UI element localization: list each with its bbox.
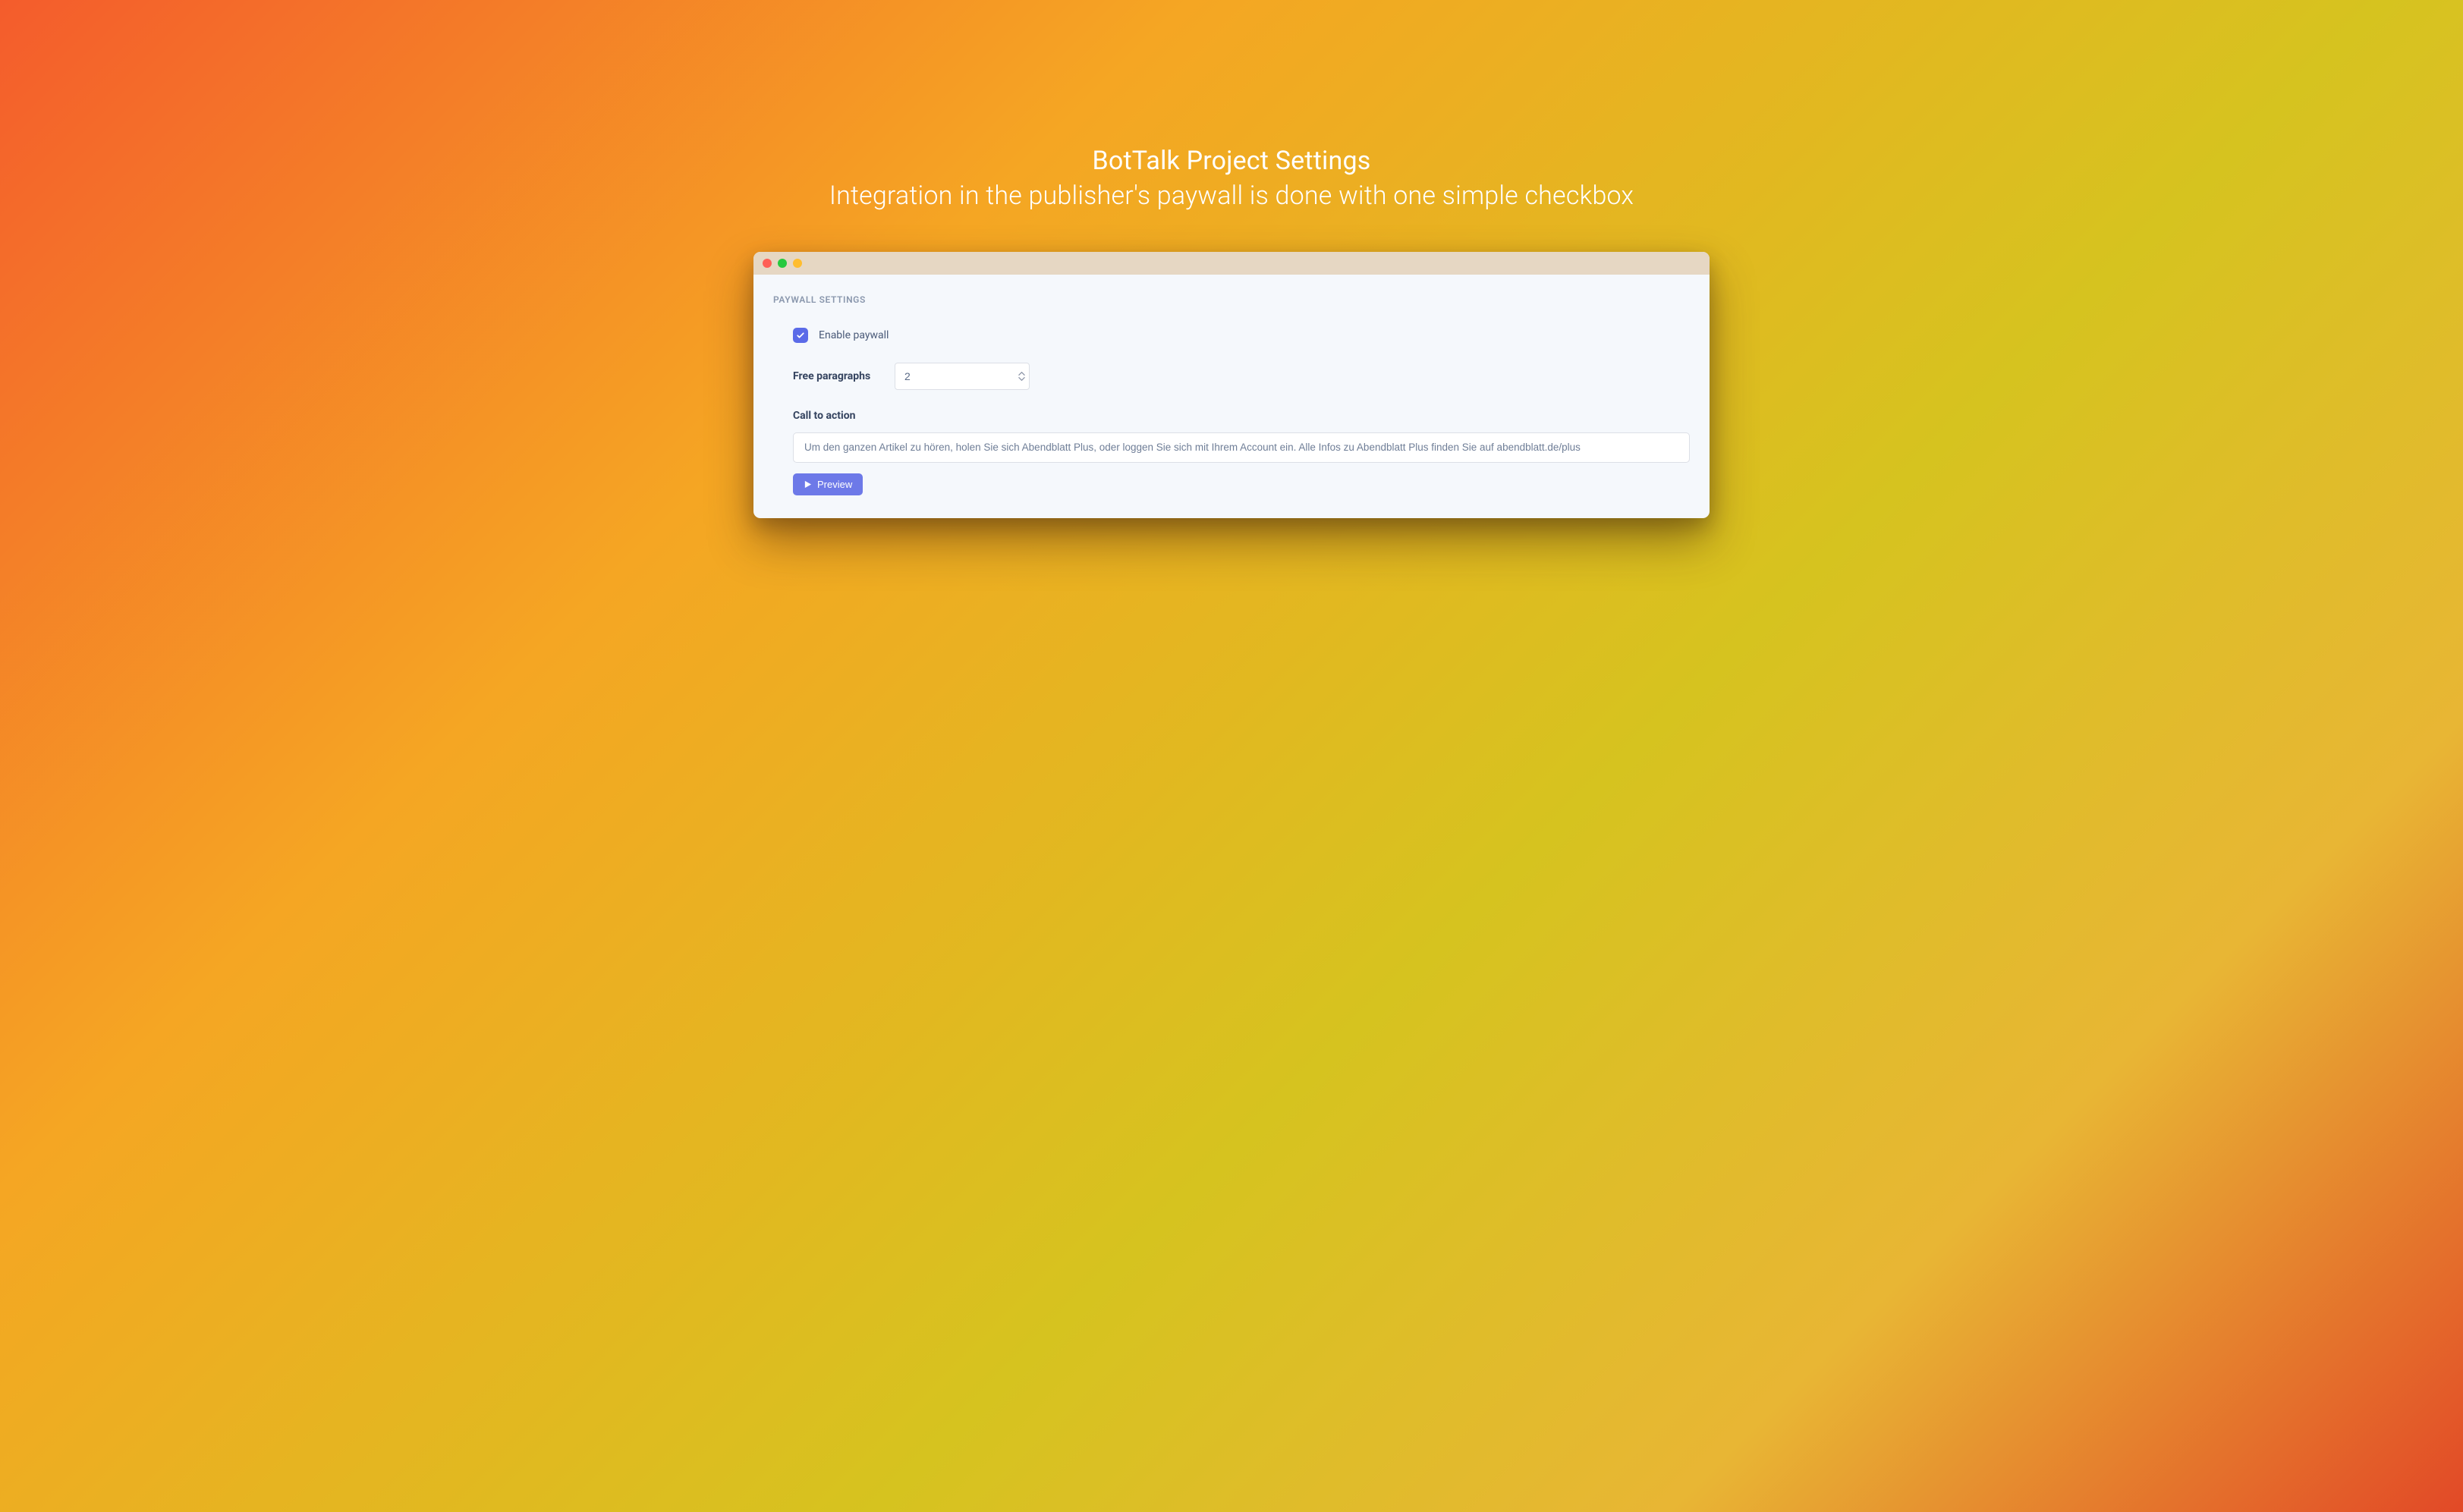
section-title: PAYWALL SETTINGS [773, 294, 1690, 305]
check-icon [796, 331, 805, 340]
call-to-action-label: Call to action [793, 410, 1690, 422]
preview-button-label: Preview [817, 479, 852, 490]
hero-subtitle: Integration in the publisher's paywall i… [829, 179, 1634, 214]
play-icon [804, 480, 812, 489]
window-close-icon[interactable] [763, 259, 772, 268]
window-maximize-icon[interactable] [793, 259, 802, 268]
call-to-action-input[interactable] [793, 432, 1690, 463]
free-paragraphs-select[interactable] [895, 363, 1030, 390]
settings-panel: PAYWALL SETTINGS Enable paywall Free par… [753, 275, 1710, 518]
window-minimize-icon[interactable] [778, 259, 787, 268]
enable-paywall-row: Enable paywall [773, 328, 1690, 343]
hero-title: BotTalk Project Settings [829, 144, 1634, 179]
settings-window: PAYWALL SETTINGS Enable paywall Free par… [753, 252, 1710, 518]
enable-paywall-checkbox[interactable] [793, 328, 808, 343]
call-to-action-block: Call to action Preview [773, 410, 1690, 495]
free-paragraphs-label: Free paragraphs [793, 370, 884, 382]
hero-text: BotTalk Project Settings Integration in … [829, 144, 1634, 214]
preview-button[interactable]: Preview [793, 473, 863, 495]
enable-paywall-label: Enable paywall [819, 329, 889, 341]
free-paragraphs-row: Free paragraphs [773, 363, 1690, 390]
window-titlebar [753, 252, 1710, 275]
